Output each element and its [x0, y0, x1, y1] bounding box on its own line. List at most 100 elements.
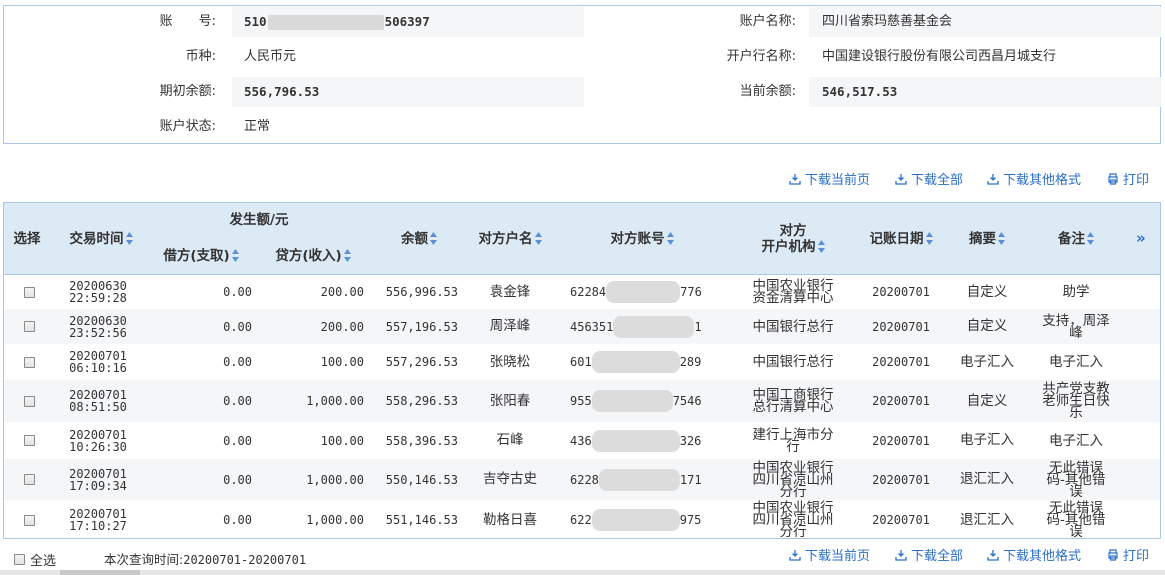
download-icon — [895, 174, 907, 185]
cell-remark: 电子汇入 — [1049, 432, 1103, 449]
account-prefix: 955 — [570, 394, 592, 408]
cell-counterparty-account: 601 289 — [570, 344, 720, 380]
cell-balance: 558,396.53 — [385, 433, 458, 448]
horizontal-scrollbar[interactable] — [0, 570, 1165, 575]
print-link-bottom[interactable]: 打印 — [1107, 547, 1149, 567]
account-suffix: 1 — [694, 319, 702, 334]
cell-counterparty-name: 吉夺古史 — [483, 471, 537, 487]
table-row[interactable]: 20200701 10:26:30 0.00 100.00 558,396.53 石峰 43… — [4, 422, 1160, 459]
table-row[interactable]: 20200701 17:09:34 0.00 1,000.00 550,146.53 吉夺… — [4, 459, 1160, 500]
top-toolbar: 下载当前页 下载全部 下载其他格式 打印 — [0, 171, 1165, 191]
time-clock: 22:59:28 — [69, 291, 127, 305]
download-icon — [789, 174, 801, 185]
account-suffix: 289 — [679, 355, 702, 369]
table-row[interactable]: 20200630 22:59:28 0.00 200.00 556,996.53 袁金锋 6… — [4, 275, 1160, 309]
row-select-cell[interactable] — [8, 500, 50, 538]
cell-post-date: 20200701 — [872, 394, 930, 408]
cell-counterparty-bank: 中国农业银行资金清算中心 — [752, 278, 834, 306]
row-checkbox[interactable] — [23, 474, 35, 485]
row-select-cell[interactable] — [8, 309, 50, 344]
scrollbar-thumb[interactable] — [60, 570, 140, 575]
cell-counterparty-account: 62284 776 — [570, 275, 720, 309]
account-suffix: 171 — [679, 472, 702, 487]
col-remark[interactable]: 备注 — [1050, 231, 1102, 247]
row-select-cell[interactable] — [8, 344, 50, 380]
col-time[interactable]: 交易时间 — [58, 231, 144, 247]
cell-time: 20200701 10:26:30 — [58, 422, 138, 459]
col-counterparty-bank[interactable]: 对方 开户机构 — [750, 223, 836, 255]
account-prefix: 6228 — [570, 472, 599, 487]
col-summary[interactable]: 摘要 — [960, 231, 1014, 247]
info-row-account: 账 号: 510 506397 账户名称: 四川省索玛慈善基金会 — [4, 7, 1161, 37]
download-all-link[interactable]: 下载全部 — [895, 171, 963, 191]
currency-value: 人民币元 — [244, 49, 297, 64]
current-balance-label: 当前余额: — [739, 84, 796, 99]
download-other-link-bottom[interactable]: 下载其他格式 — [987, 547, 1081, 567]
row-checkbox[interactable] — [23, 286, 35, 298]
download-page-link[interactable]: 下载当前页 — [789, 171, 870, 191]
row-checkbox[interactable] — [23, 435, 35, 446]
sort-icon — [998, 232, 1005, 245]
expand-columns-button[interactable]: » — [1136, 229, 1146, 247]
account-no-value: 510 506397 — [244, 14, 430, 30]
account-suffix: 975 — [679, 513, 702, 527]
cell-counterparty-name: 袁金锋 — [489, 283, 531, 300]
status-value: 正常 — [244, 119, 271, 134]
table-row[interactable]: 20200630 23:52:56 0.00 200.00 557,196.53 周泽峰 4… — [4, 309, 1160, 344]
download-other-link[interactable]: 下载其他格式 — [987, 171, 1081, 191]
download-icon — [895, 550, 907, 561]
row-select-cell[interactable] — [8, 422, 50, 459]
col-credit[interactable]: 贷方(收入) — [266, 248, 360, 264]
sort-icon — [817, 240, 825, 253]
table-row[interactable]: 20200701 08:51:50 0.00 1,000.00 558,296.53 张阳… — [4, 380, 1160, 422]
account-suffix: 326 — [679, 433, 702, 448]
row-checkbox[interactable] — [23, 514, 35, 526]
sort-icon — [925, 232, 933, 245]
cell-balance: 557,296.53 — [385, 355, 458, 369]
table-row[interactable]: 20200701 17:10:27 0.00 1,000.00 551,146.53 勒格… — [4, 500, 1160, 538]
table-header: 选择 交易时间 发生额/元 借方(支取) 贷方(收入) 余额 对方户名 对方账号… — [4, 203, 1160, 275]
print-link[interactable]: 打印 — [1107, 171, 1149, 191]
row-checkbox[interactable] — [23, 321, 35, 332]
col-counterparty-account[interactable]: 对方账号 — [600, 231, 684, 247]
cell-counterparty-bank: 中国银行总行 — [752, 318, 834, 335]
printer-icon — [1108, 549, 1118, 561]
masked-account-digits — [267, 15, 384, 30]
cell-debit: 0.00 — [223, 319, 252, 334]
account-suffix: 776 — [680, 285, 702, 299]
cell-summary: 电子汇入 — [960, 432, 1014, 448]
cell-counterparty-account: 436 326 — [570, 422, 720, 459]
col-post-date[interactable]: 记账日期 — [860, 231, 942, 247]
cell-balance: 550,146.53 — [385, 472, 458, 487]
row-checkbox[interactable] — [23, 395, 35, 407]
row-checkbox[interactable] — [23, 356, 35, 368]
sort-icon — [1087, 232, 1094, 245]
cell-debit: 0.00 — [223, 513, 252, 527]
table-row[interactable]: 20200701 06:10:16 0.00 100.00 557,296.53 张晓松 6… — [4, 344, 1160, 380]
row-select-cell[interactable] — [8, 275, 50, 309]
col-counterparty-name[interactable]: 对方户名 — [470, 231, 550, 247]
account-no-label: 账 号: — [159, 14, 216, 29]
row-select-cell[interactable] — [8, 380, 50, 422]
cell-credit: 1,000.00 — [306, 394, 364, 408]
cell-post-date: 20200701 — [872, 285, 930, 299]
time-clock: 10:26:30 — [69, 439, 127, 454]
row-select-cell[interactable] — [8, 459, 50, 500]
download-page-link-bottom[interactable]: 下载当前页 — [789, 547, 870, 567]
masked-account-digits — [606, 281, 681, 303]
cell-time: 20200701 06:10:16 — [58, 344, 138, 380]
cell-time: 20200701 17:09:34 — [58, 459, 138, 500]
col-debit[interactable]: 借方(支取) — [154, 248, 248, 264]
download-all-link-bottom[interactable]: 下载全部 — [895, 547, 963, 567]
cell-summary: 自定义 — [966, 318, 1008, 334]
account-prefix: 436 — [570, 433, 592, 448]
cell-credit: 100.00 — [320, 355, 364, 369]
currency-label: 币种: — [185, 49, 216, 64]
cell-counterparty-bank: 中国工商银行总行清算中心 — [752, 387, 834, 415]
sort-icon — [231, 249, 239, 262]
col-balance[interactable]: 余额 — [384, 231, 454, 247]
masked-account-digits — [591, 429, 680, 452]
cell-counterparty-account: 622 975 — [570, 500, 720, 538]
sort-icon — [534, 232, 542, 245]
time-clock: 06:10:16 — [69, 361, 127, 375]
